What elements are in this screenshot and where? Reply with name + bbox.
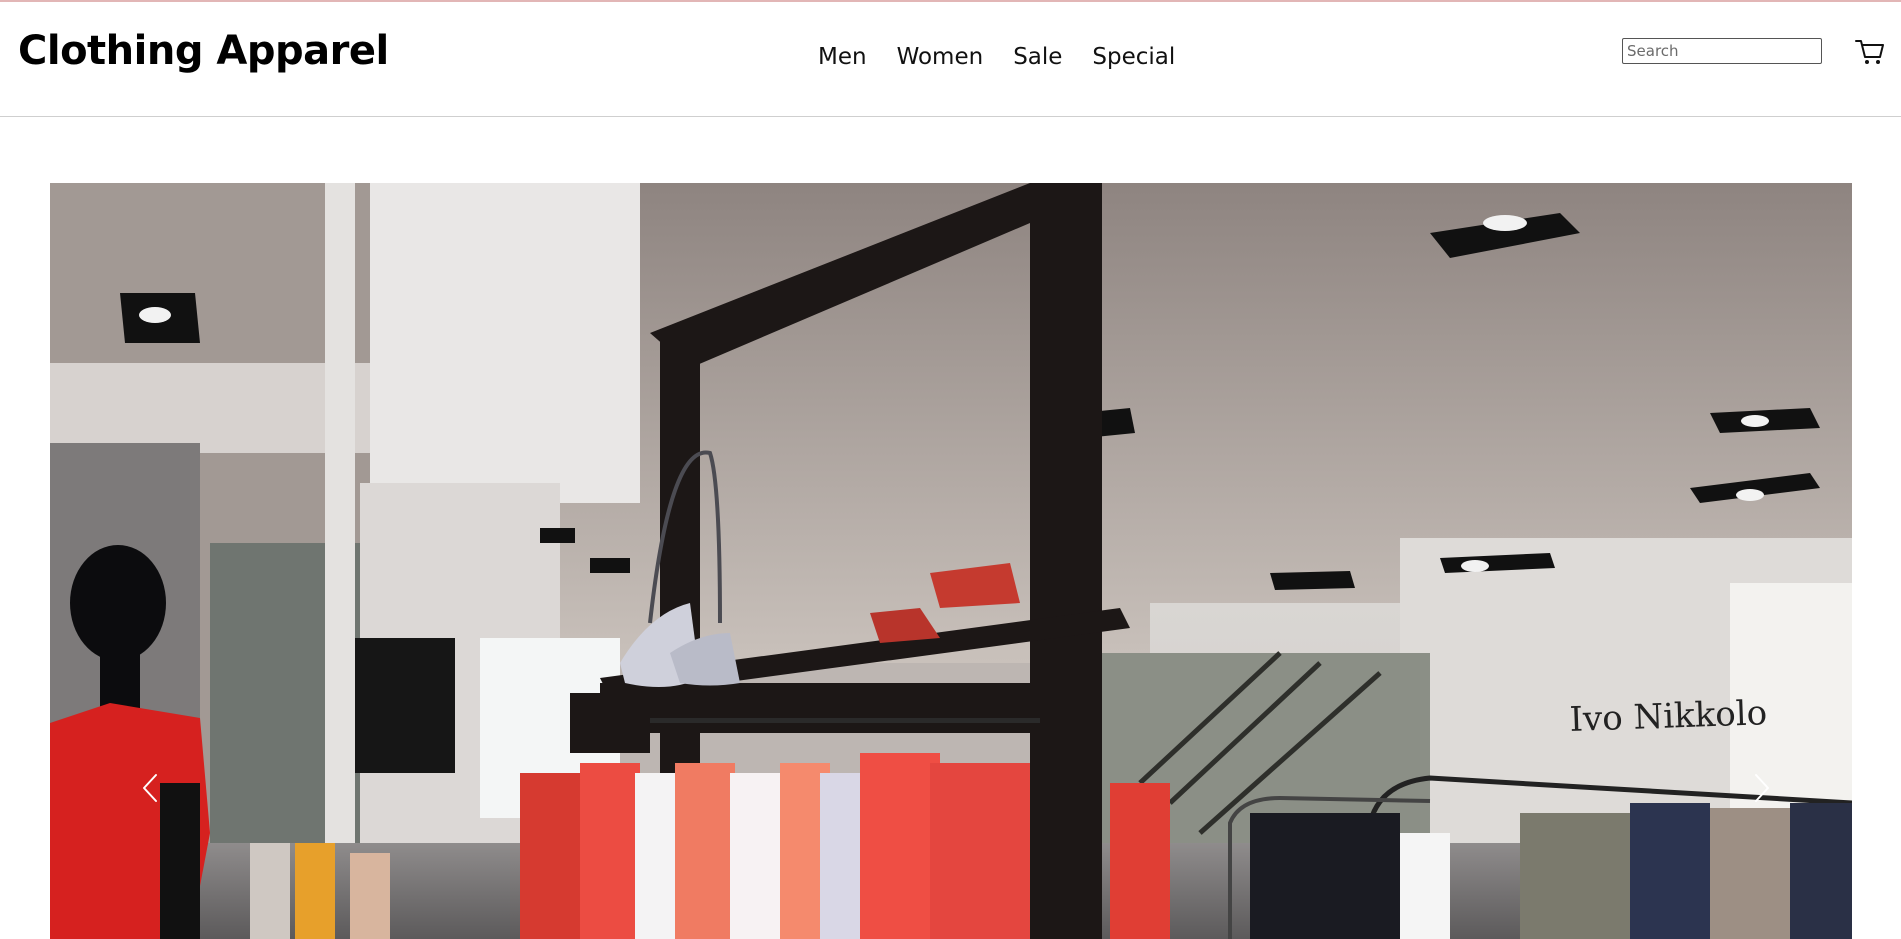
nav-item-special[interactable]: Special	[1092, 44, 1175, 70]
carousel-next-button[interactable]	[1742, 763, 1782, 813]
nav-item-women[interactable]: Women	[897, 44, 984, 70]
main-nav: Men Women Sale Special	[818, 44, 1175, 70]
nav-item-sale[interactable]: Sale	[1013, 44, 1062, 70]
site-header: Clothing Apparel Men Women Sale Special	[0, 2, 1901, 117]
carousel-prev-button[interactable]	[130, 763, 170, 813]
search-input[interactable]	[1622, 38, 1822, 64]
chevron-left-icon	[143, 774, 157, 802]
cart-icon[interactable]	[1854, 36, 1886, 68]
nav-item-men[interactable]: Men	[818, 44, 867, 70]
store-interior-image: Ivo Nikkolo	[50, 183, 1852, 939]
chevron-right-icon	[1755, 774, 1769, 802]
hero-carousel: Ivo Nikkolo	[50, 183, 1852, 939]
brand-logo[interactable]: Clothing Apparel	[18, 28, 389, 74]
svg-text:Ivo Nikkolo: Ivo Nikkolo	[1569, 693, 1768, 740]
